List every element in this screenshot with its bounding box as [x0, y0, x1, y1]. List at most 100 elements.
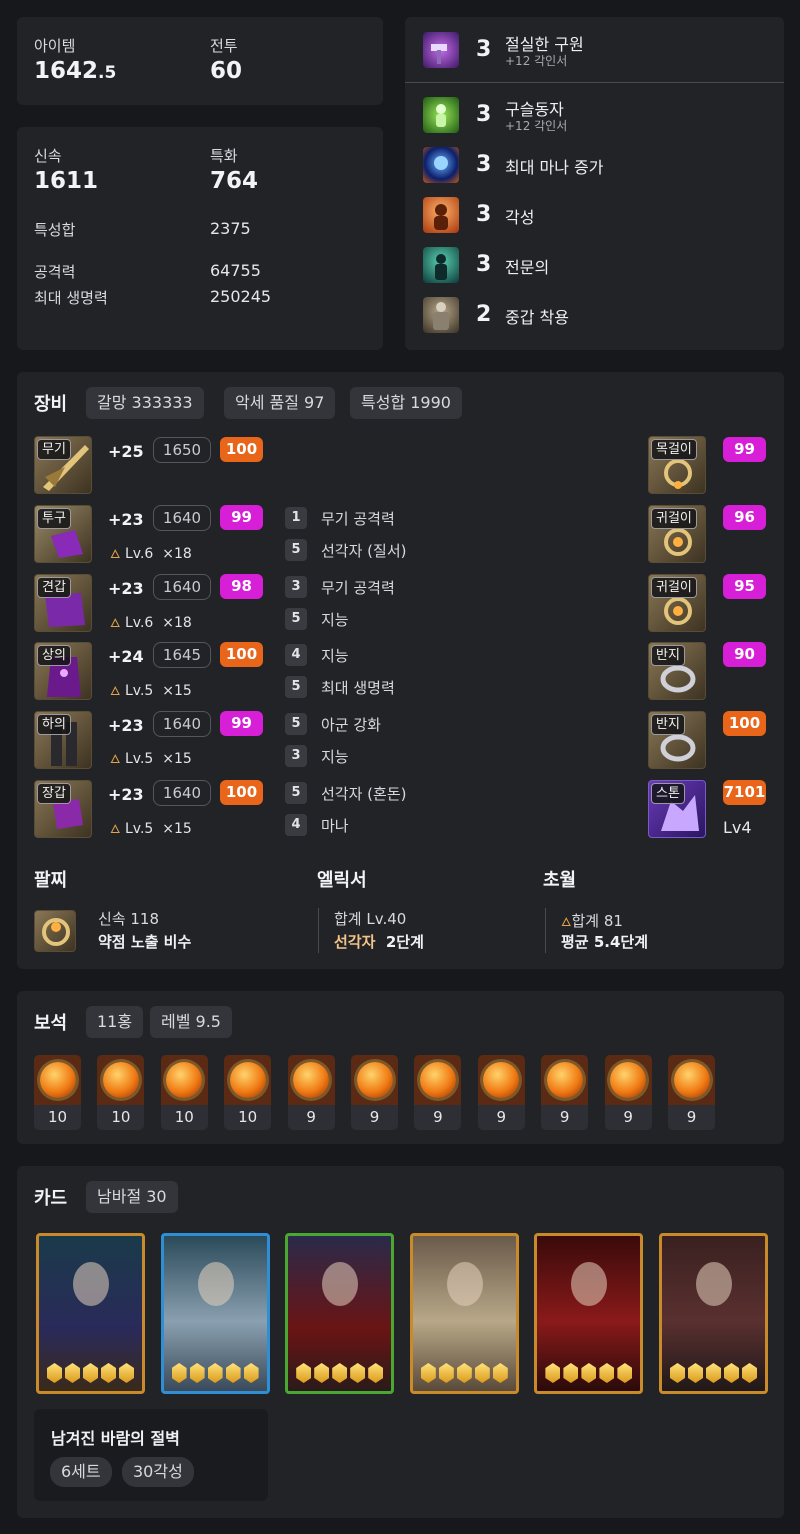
gems-pill: 레벨 9.5 — [150, 1006, 232, 1038]
cards-title: 카드 — [34, 1188, 68, 1209]
gem-level: 9 — [351, 1105, 398, 1130]
gems-title: 보석 — [34, 1013, 68, 1034]
awaken-pip — [83, 1363, 98, 1383]
chest-slot[interactable]: 상의 — [34, 642, 92, 700]
item-level-label: 아이템 — [34, 37, 76, 55]
flame-icon: 🜂 — [110, 616, 121, 630]
option-text: 마나 — [321, 817, 349, 835]
gem-slot[interactable]: 9 — [414, 1055, 462, 1130]
cards-pill: 남바절 30 — [86, 1181, 178, 1213]
gem-slot[interactable]: 9 — [541, 1055, 589, 1130]
gem-level: 10 — [97, 1105, 145, 1130]
ability-stone-slot[interactable]: 스톤 — [648, 780, 706, 838]
mana-icon — [423, 147, 459, 183]
gem-slot[interactable]: 9 — [668, 1055, 715, 1130]
elixir-sum: 합계 Lv.40 — [334, 910, 407, 928]
engraving-divider — [405, 82, 784, 83]
quality-badge: 90 — [723, 642, 766, 667]
ring-slot[interactable]: 반지 — [648, 642, 706, 700]
card-slot[interactable] — [659, 1233, 768, 1394]
gem-level: 10 — [224, 1105, 272, 1130]
quality-badge: 95 — [723, 574, 766, 599]
bracelet-icon[interactable] — [34, 910, 76, 952]
weapon-slot[interactable]: 무기 — [34, 436, 92, 494]
awaken-pip — [545, 1363, 561, 1383]
card-slot[interactable] — [285, 1233, 395, 1394]
flame-icon: 🜂 — [110, 684, 121, 698]
gems-pill: 11홍 — [86, 1006, 144, 1038]
transcend-level: 🜂 Lv.5 ×15 — [110, 821, 192, 837]
necklace-slot[interactable]: 목걸이 — [648, 436, 706, 494]
gem-slot[interactable]: 9 — [604, 1055, 652, 1130]
item-slot-tag: 견갑 — [37, 577, 71, 598]
shoulder-slot[interactable]: 견갑 — [34, 574, 92, 632]
gem-slot[interactable]: 10 — [34, 1055, 81, 1130]
transcend-level: 🜂 Lv.5 ×15 — [110, 751, 192, 767]
flame-icon: 🜂 — [561, 915, 572, 929]
awaken-pip — [225, 1363, 241, 1383]
option-text: 최대 생명력 — [321, 679, 395, 697]
engraving-level: 2 — [476, 302, 492, 327]
quality-badge: 98 — [220, 574, 263, 599]
awakening-icon — [423, 197, 459, 233]
gem-level: 9 — [604, 1105, 652, 1130]
stone-level: Lv4 — [723, 818, 752, 837]
card-slot[interactable] — [36, 1233, 145, 1394]
gem-slot[interactable]: 9 — [287, 1055, 335, 1130]
enhance-level: +25 — [108, 442, 144, 461]
ring-slot[interactable]: 반지 — [648, 711, 706, 769]
item-level-box: 1640 — [153, 780, 211, 806]
gem-level: 10 — [160, 1105, 208, 1130]
flame-icon: 🜂 — [110, 547, 121, 561]
card-slot[interactable] — [534, 1233, 644, 1394]
gloves-slot[interactable]: 장갑 — [34, 780, 92, 838]
awaken-pip — [688, 1363, 703, 1383]
gem-level: 9 — [668, 1105, 715, 1130]
option-level: 5 — [285, 782, 307, 804]
option-level: 5 — [285, 539, 307, 561]
max-hp-value: 250245 — [210, 287, 272, 306]
earring-slot[interactable]: 귀걸이 — [648, 574, 706, 632]
awaken-pip — [742, 1363, 757, 1383]
awaken-pip — [438, 1363, 454, 1383]
awaken-pip — [599, 1363, 615, 1383]
awaken-pip — [119, 1363, 134, 1383]
gem-slot[interactable]: 10 — [97, 1055, 145, 1130]
gem-slot[interactable]: 10 — [224, 1055, 272, 1130]
card-portrait — [197, 1262, 234, 1306]
awaken-pip — [243, 1363, 259, 1383]
awaken-pip — [456, 1363, 472, 1383]
card-slot[interactable] — [409, 1233, 519, 1394]
gem-level: 9 — [414, 1105, 462, 1130]
earring-slot[interactable]: 귀걸이 — [648, 505, 706, 563]
awaken-pip — [706, 1363, 721, 1383]
awaken-pip — [492, 1363, 508, 1383]
card-slot[interactable] — [160, 1233, 270, 1394]
card-portrait — [571, 1262, 608, 1306]
transcend-level: 🜂 Lv.5 ×15 — [110, 683, 192, 699]
equipment-pill: 특성합 1990 — [350, 387, 462, 419]
swiftness-label: 신속 — [34, 147, 62, 165]
card-awaken-pips — [545, 1363, 633, 1383]
option-text: 선각자 (혼돈) — [321, 785, 407, 803]
engravings-card: 3 절실한 구원 +12 각인서 3 구슬동자 +12 각인서 3 최대 마나 … — [405, 17, 784, 350]
pants-slot[interactable]: 하의 — [34, 711, 92, 769]
engraving-name: 최대 마나 증가 — [505, 158, 604, 177]
gem-slot[interactable]: 10 — [160, 1055, 208, 1130]
item-level-box: 1640 — [153, 574, 211, 600]
helmet-slot[interactable]: 투구 — [34, 505, 92, 563]
green-orb-icon — [423, 97, 459, 133]
gem-slot[interactable]: 9 — [351, 1055, 398, 1130]
gem-slot[interactable]: 9 — [477, 1055, 525, 1130]
engraving-name: 중갑 착용 — [505, 308, 569, 327]
engraving-level: 3 — [476, 102, 492, 127]
stat-sum-value: 2375 — [210, 219, 251, 238]
item-slot-tag: 스톤 — [651, 783, 685, 804]
option-text: 무기 공격력 — [321, 579, 395, 597]
card-set-pill: 6세트 — [50, 1457, 112, 1487]
item-level-value: 1642.5 — [34, 58, 117, 84]
awaken-pip — [420, 1363, 436, 1383]
awaken-pip — [563, 1363, 579, 1383]
equipment-pill: 악세 품질 97 — [224, 387, 336, 419]
awaken-pip — [581, 1363, 597, 1383]
